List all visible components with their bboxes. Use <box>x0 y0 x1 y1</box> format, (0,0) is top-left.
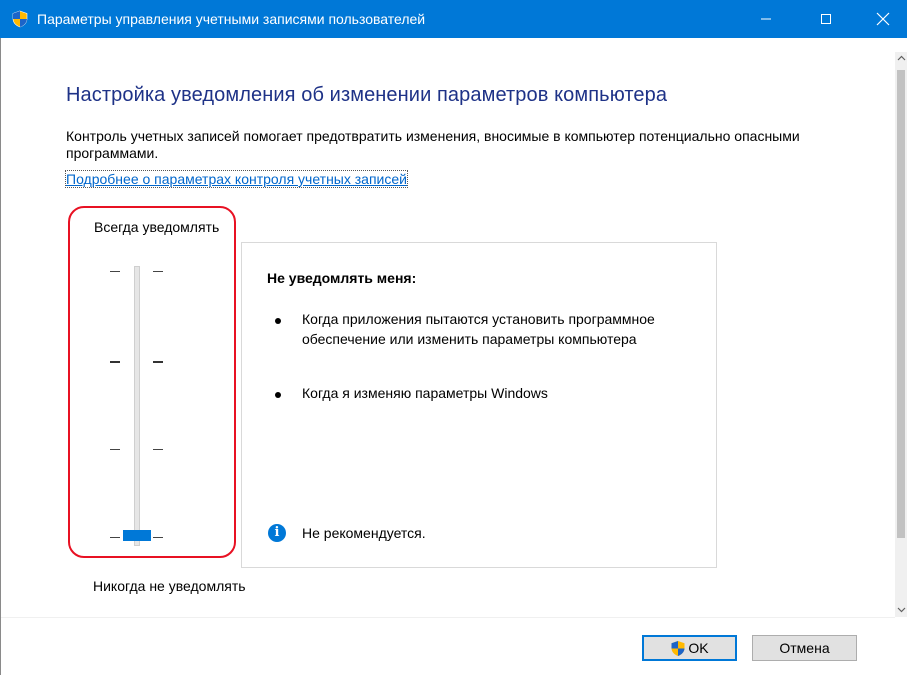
cancel-button-label: Отмена <box>779 640 830 656</box>
maximize-button[interactable] <box>806 0 846 38</box>
slider-tick <box>153 361 163 363</box>
divider <box>1 617 895 618</box>
title-bar[interactable]: Параметры управления учетными записями п… <box>0 0 907 38</box>
slider-tick <box>110 271 120 272</box>
bullet-icon <box>275 318 281 324</box>
scroll-down-arrow-icon[interactable] <box>897 605 906 614</box>
cancel-button[interactable]: Отмена <box>752 635 857 661</box>
maximize-icon <box>821 14 831 24</box>
scroll-up-arrow-icon[interactable] <box>897 54 906 63</box>
slider-track[interactable] <box>134 266 140 546</box>
bullet-icon <box>275 392 281 398</box>
description-text: Контроль учетных записей помогает предот… <box>66 128 800 161</box>
slider-tick <box>153 449 163 450</box>
panel-bullet-item: Когда я изменяю параметры Windows <box>302 385 548 401</box>
slider-tick <box>153 271 163 272</box>
scrollbar-thumb[interactable] <box>897 70 905 538</box>
ok-button[interactable]: OK <box>642 635 737 661</box>
level-description-panel <box>241 242 717 568</box>
minimize-icon <box>761 18 771 20</box>
slider-tick <box>110 537 120 538</box>
page-heading: Настройка уведомления об изменении парам… <box>66 84 668 106</box>
panel-bullet-item: Когда приложения пытаются установить про… <box>302 311 655 347</box>
slider-tick <box>110 449 120 450</box>
slider-highlight-frame <box>68 206 236 558</box>
close-button[interactable] <box>863 0 903 38</box>
panel-title: Не уведомлять меня: <box>267 270 417 286</box>
info-icon: i <box>268 524 286 542</box>
window-border <box>0 38 1 675</box>
slider-tick <box>153 537 163 538</box>
slider-bottom-label: Никогда не уведомлять <box>93 578 246 594</box>
uac-shield-icon <box>671 640 685 656</box>
uac-shield-icon <box>12 10 28 28</box>
ok-button-label: OK <box>688 640 709 656</box>
slider-thumb[interactable] <box>123 530 151 541</box>
recommendation-note: Не рекомендуется. <box>302 525 426 541</box>
learn-more-link[interactable]: Подробнее о параметрах контроля учетных … <box>65 170 408 188</box>
close-icon <box>876 12 890 26</box>
minimize-button[interactable] <box>746 0 786 38</box>
window-title: Параметры управления учетными записями п… <box>37 11 426 27</box>
slider-tick <box>110 361 120 363</box>
